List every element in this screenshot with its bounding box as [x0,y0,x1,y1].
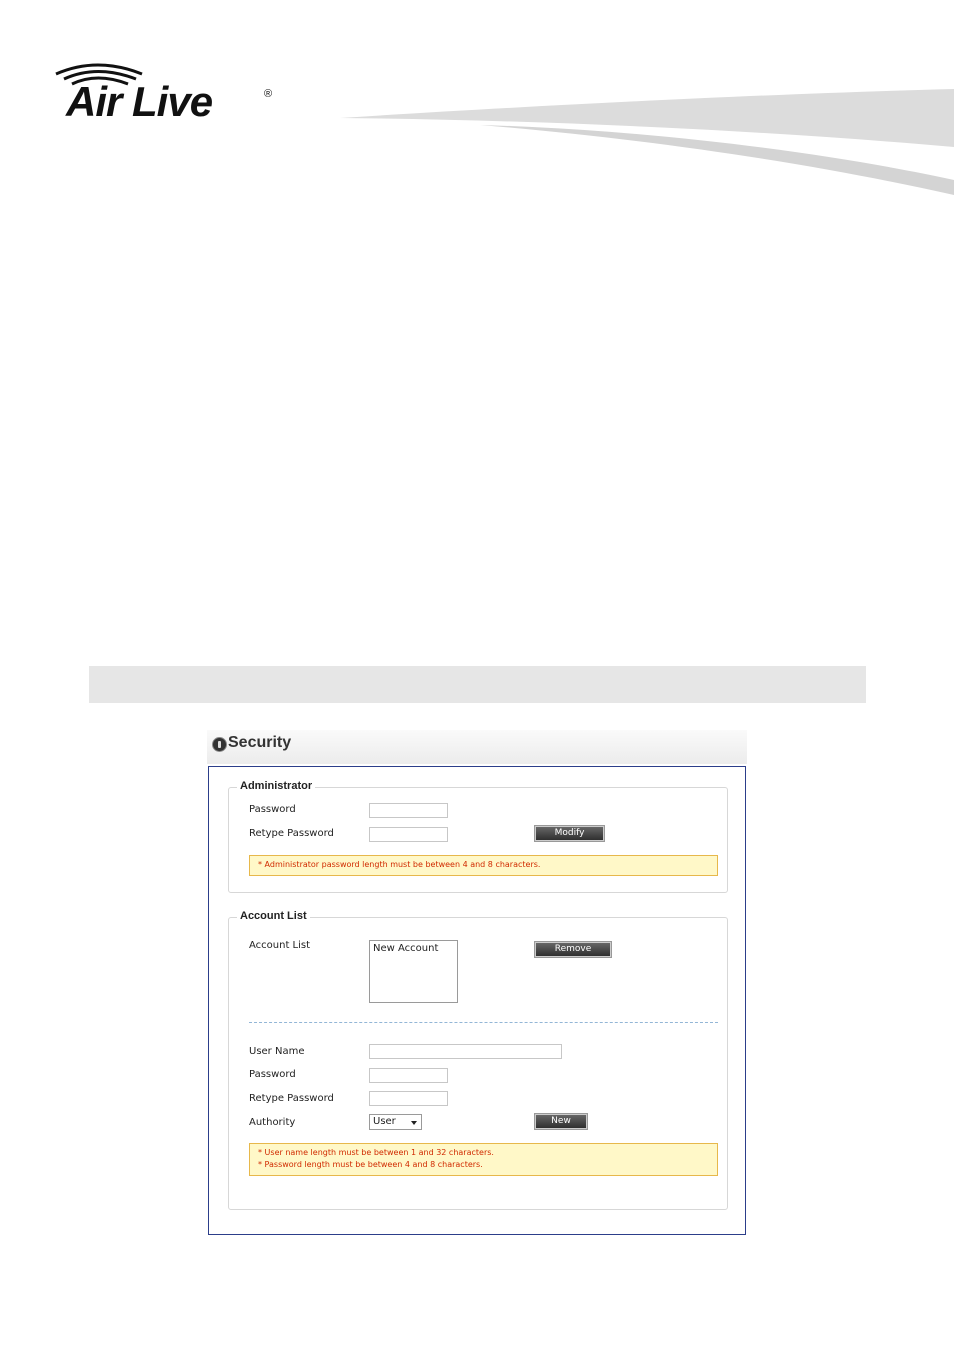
user-name-label: User Name [249,1046,305,1057]
header-swoosh [340,89,954,195]
list-item[interactable]: New Account [373,943,454,954]
user-name-input[interactable] [369,1044,562,1059]
security-panel: Administrator Password Retype Password M… [208,766,746,1235]
security-header: Security [207,730,747,764]
admin-password-note: * Administrator password length must be … [249,855,718,876]
section-divider-bar [89,666,866,703]
dashed-separator [249,1022,718,1023]
account-notes: * User name length must be between 1 and… [249,1143,718,1176]
username-length-note: * User name length must be between 1 and… [258,1148,494,1157]
admin-retype-password-input[interactable] [369,827,448,842]
authority-selected-value: User [373,1116,396,1127]
user-password-input[interactable] [369,1068,448,1083]
admin-password-label: Password [249,804,296,815]
admin-password-input[interactable] [369,803,448,818]
account-listbox[interactable]: New Account [369,940,458,1003]
user-password-label: Password [249,1069,296,1080]
remove-button[interactable]: Remove [534,941,612,958]
registered-mark: ® [264,88,273,100]
user-retype-password-input[interactable] [369,1091,448,1106]
logo-text: Air Live [66,78,213,125]
authority-label: Authority [249,1117,296,1128]
account-list-label: Account List [249,940,311,951]
security-icon [212,737,227,752]
administrator-legend: Administrator [237,780,316,792]
administrator-group: Administrator Password Retype Password M… [228,780,728,893]
chevron-down-icon [411,1121,417,1125]
new-account-button[interactable]: New [534,1113,588,1130]
account-list-legend: Account List [237,910,310,922]
user-retype-password-label: Retype Password [249,1093,334,1104]
authority-select[interactable]: User [369,1114,422,1130]
password-length-note: * Password length must be between 4 and … [258,1160,483,1169]
account-list-group: Account List Account List New Account Re… [228,910,728,1210]
airlive-logo: Air Live ® [52,60,282,130]
page-title: Security [228,734,292,751]
modify-button[interactable]: Modify [534,825,605,842]
admin-retype-password-label: Retype Password [249,828,334,839]
